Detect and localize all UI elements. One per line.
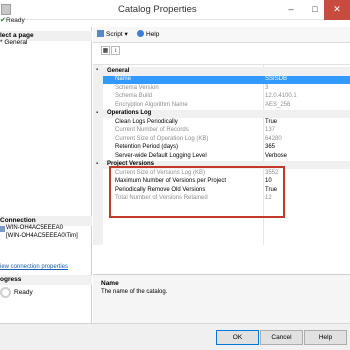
cancel-button[interactable]: Cancel bbox=[260, 330, 303, 345]
grid-property-row[interactable]: Server-wide Default Logging Level Verbose bbox=[103, 152, 350, 161]
alphabetical-sort-icon[interactable]: ↕ bbox=[111, 46, 120, 55]
ok-button[interactable]: OK bbox=[216, 330, 259, 345]
connection-server: WIN-OH4AC5EEEA0 bbox=[6, 225, 64, 231]
grid-property-row[interactable]: Schema Build 12.0.4100.1 bbox=[103, 93, 350, 102]
property-value: 12.0.4100.1 bbox=[265, 93, 297, 99]
page-item-general[interactable]: * General bbox=[0, 39, 27, 46]
help-button[interactable]: Help bbox=[304, 330, 347, 345]
check-icon: ✔ bbox=[0, 17, 6, 24]
minimize-button[interactable]: – bbox=[278, 0, 304, 20]
progress-status: Ready bbox=[14, 289, 33, 296]
property-value[interactable]: 365 bbox=[265, 144, 275, 150]
property-value[interactable]: SSISDB bbox=[265, 76, 287, 82]
toolbar: Script ▾ Help bbox=[93, 27, 350, 43]
dialog-footer: OK Cancel Help bbox=[0, 323, 350, 350]
category-label: General bbox=[107, 67, 130, 74]
status-text: Ready bbox=[6, 17, 25, 24]
sort-tools: ▦ ↕ bbox=[101, 46, 123, 56]
script-label: Script bbox=[106, 31, 123, 38]
help-toolbar-button[interactable]: Help bbox=[137, 30, 159, 38]
grid-property-row[interactable]: Schema Version 3 bbox=[103, 84, 350, 93]
script-icon bbox=[97, 30, 104, 37]
left-pane: lect a page * General Connection WIN-OH4… bbox=[0, 27, 92, 323]
status-banner: ✔ Ready bbox=[0, 14, 90, 26]
connection-user: [WIN-OH4AC5EEEA0\Tim] bbox=[6, 233, 78, 239]
select-page-header-label: lect a page bbox=[0, 32, 34, 39]
highlight-box bbox=[109, 166, 285, 218]
property-value[interactable]: Verbose bbox=[265, 153, 287, 159]
property-value: 3 bbox=[265, 84, 269, 91]
property-name: Current Size of Operation Log (KB) bbox=[115, 135, 209, 142]
property-name: Current Number of Records bbox=[115, 127, 189, 133]
progress-spinner-icon bbox=[0, 287, 11, 298]
server-icon bbox=[0, 226, 5, 232]
grid-property-row[interactable]: Name SSISDB bbox=[103, 75, 350, 84]
window-title: Catalog Properties bbox=[118, 4, 197, 15]
property-name: Name bbox=[115, 76, 132, 82]
collapse-icon[interactable]: ▪ bbox=[96, 110, 98, 116]
progress-header-label: ogress bbox=[0, 276, 22, 283]
grid-property-row[interactable]: Encryption Algorithm Name AES_256 bbox=[103, 101, 350, 110]
property-name: Schema Build bbox=[115, 93, 153, 99]
help-label: Help bbox=[146, 31, 160, 38]
property-name: Encryption Algorithm Name bbox=[115, 101, 188, 108]
description-text: The name of the catalog. bbox=[101, 289, 168, 295]
grid-property-row[interactable]: Current Size of Operation Log (KB) 64280 bbox=[103, 135, 350, 144]
property-value: 137 bbox=[265, 127, 276, 133]
category-label: Operations Log bbox=[107, 110, 152, 116]
help-icon bbox=[137, 30, 144, 37]
grid-category-row[interactable]: ▪ Operations Log bbox=[96, 109, 350, 118]
connection-header-label: Connection bbox=[0, 217, 36, 224]
property-name: Server-wide Default Logging Level bbox=[115, 152, 207, 159]
chevron-down-icon[interactable]: ▾ bbox=[124, 31, 127, 38]
grid-property-row[interactable]: Clean Logs Periodically True bbox=[103, 118, 350, 127]
property-value: AES_256 bbox=[265, 101, 291, 108]
script-button[interactable]: Script ▾ bbox=[97, 30, 128, 38]
grid-property-row[interactable]: Retention Period (days) 365 bbox=[103, 144, 350, 153]
property-value: 64280 bbox=[265, 135, 282, 142]
progress-header: ogress bbox=[0, 275, 92, 285]
property-name: Retention Period (days) bbox=[115, 144, 179, 150]
close-button[interactable]: ✕ bbox=[324, 0, 350, 20]
collapse-icon[interactable]: ▪ bbox=[96, 161, 98, 167]
view-connection-properties-link[interactable]: iew connection properties bbox=[0, 264, 68, 270]
description-panel: Name The name of the catalog. bbox=[93, 274, 350, 323]
categorized-sort-icon[interactable]: ▦ bbox=[101, 46, 110, 55]
grid-gutter bbox=[93, 65, 103, 245]
description-heading: Name bbox=[101, 280, 119, 287]
grid-property-row[interactable]: Current Number of Records 137 bbox=[103, 127, 350, 136]
property-name: Clean Logs Periodically bbox=[115, 118, 178, 125]
collapse-icon[interactable]: ▪ bbox=[96, 67, 98, 73]
grid-category-row[interactable]: ▪ General bbox=[96, 67, 350, 76]
property-value[interactable]: True bbox=[265, 119, 277, 125]
property-name: Schema Version bbox=[115, 84, 159, 91]
